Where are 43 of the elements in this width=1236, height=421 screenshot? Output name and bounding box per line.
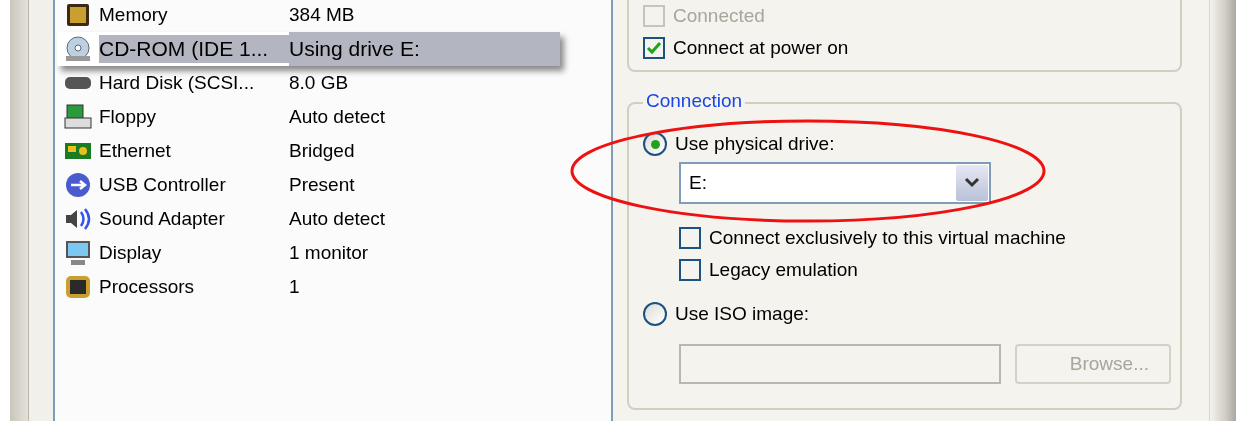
device-name: Memory — [99, 3, 169, 27]
device-row[interactable]: Processors 1 — [63, 270, 611, 304]
device-name: CD-ROM (IDE 1... — [99, 35, 289, 63]
device-summary: Using drive E: — [289, 32, 560, 66]
device-summary: Bridged — [289, 139, 356, 163]
cdrom-icon — [63, 35, 93, 63]
device-name: Hard Disk (SCSI... — [99, 71, 256, 95]
processor-icon — [63, 273, 93, 301]
device-summary: 1 — [289, 275, 301, 299]
device-row[interactable]: Floppy Auto detect — [63, 100, 611, 134]
floppy-icon — [63, 103, 93, 131]
device-summary: Auto detect — [289, 207, 387, 231]
device-summary: Auto detect — [289, 105, 387, 129]
device-row[interactable]: USB Controller Present — [63, 168, 611, 202]
chevron-down-icon — [964, 177, 980, 189]
checkbox[interactable] — [643, 37, 665, 59]
device-row[interactable]: CD-ROM (IDE 1... Using drive E: — [57, 32, 560, 66]
device-summary: 1 monitor — [289, 241, 370, 265]
device-row[interactable]: Hard Disk (SCSI... 8.0 GB — [63, 66, 611, 100]
usb-icon — [63, 171, 93, 199]
device-name: Processors — [99, 275, 196, 299]
device-row[interactable]: Display 1 monitor — [63, 236, 611, 270]
checkbox[interactable] — [679, 227, 701, 249]
checkbox-label: Connected — [673, 5, 765, 27]
device-name: Floppy — [99, 105, 158, 129]
device-summary: 8.0 GB — [289, 71, 350, 95]
checkbox-label: Legacy emulation — [709, 259, 858, 281]
device-name: USB Controller — [99, 173, 227, 197]
checkbox-label: Connect exclusively to this virtual machine — [709, 227, 1066, 249]
device-row[interactable]: Ethernet Bridged — [63, 134, 611, 168]
device-name: Ethernet — [99, 139, 172, 163]
radio-label: Use ISO image: — [675, 303, 810, 325]
display-icon — [63, 239, 93, 267]
device-summary: Present — [289, 173, 356, 197]
device-name: Sound Adapter — [99, 207, 226, 231]
device-row[interactable]: Memory 384 MB — [63, 0, 611, 32]
checkbox[interactable] — [679, 259, 701, 281]
device-summary: 384 MB — [289, 3, 356, 27]
drive-dropdown[interactable]: E: — [679, 162, 991, 204]
device-name: Display — [99, 241, 163, 265]
checkbox-label: Connect at power on — [673, 37, 849, 59]
device-row[interactable]: Sound Adapter Auto detect — [63, 202, 611, 236]
radio-label: Use physical drive: — [675, 133, 835, 155]
